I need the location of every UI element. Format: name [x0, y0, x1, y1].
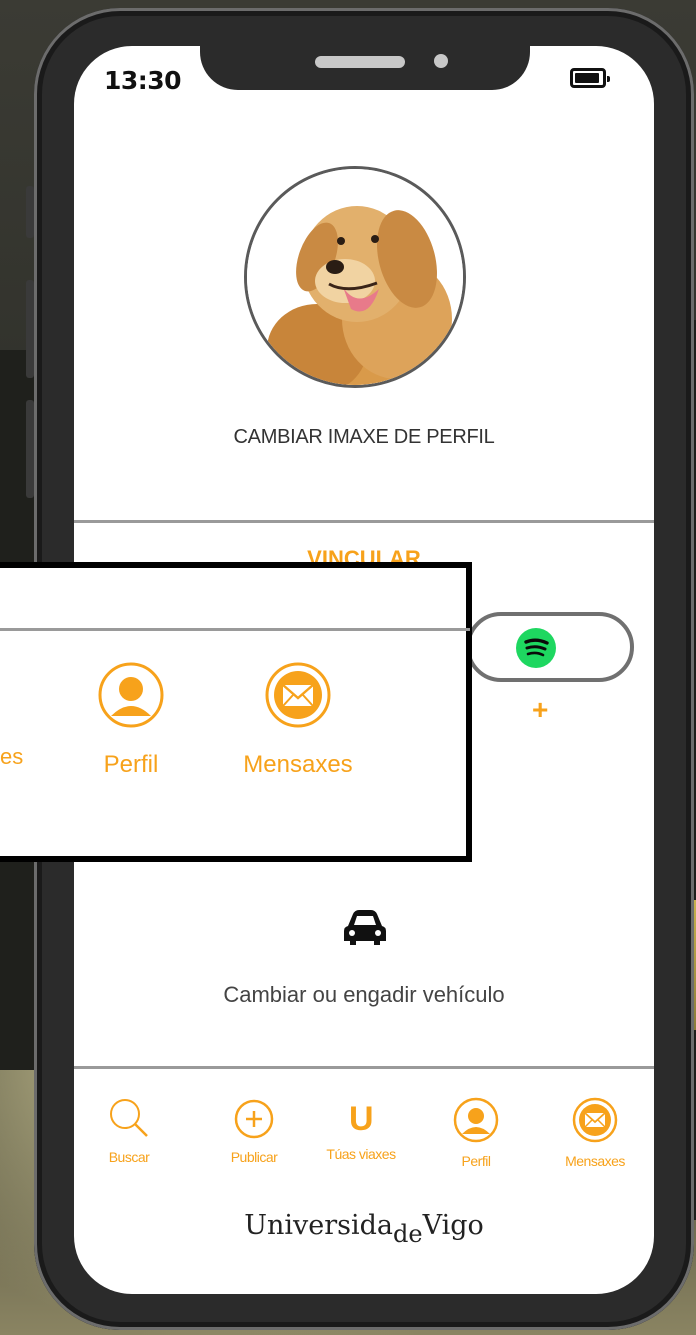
zoom-label: Mensaxes	[243, 751, 353, 778]
notch	[200, 46, 530, 90]
nav-item-mensaxes[interactable]: Mensaxes	[550, 1096, 640, 1169]
user-icon	[98, 662, 164, 728]
user-icon	[453, 1097, 499, 1143]
change-vehicle-label[interactable]: Cambiar ou engadir vehículo	[74, 982, 654, 1008]
university-name-end: Vigo	[422, 1210, 484, 1241]
dog-photo	[247, 169, 463, 385]
spotify-link-button[interactable]	[466, 612, 634, 682]
speaker	[315, 56, 405, 68]
profile-avatar[interactable]	[244, 166, 466, 388]
phone-side-button	[26, 280, 34, 378]
zoom-item-perfil[interactable]: Perfil	[76, 660, 186, 779]
mail-icon	[572, 1097, 618, 1143]
nav-item-buscar[interactable]: Buscar	[104, 1096, 154, 1165]
phone-side-button	[26, 186, 34, 238]
nav-item-perfil[interactable]: Perfil	[446, 1096, 506, 1169]
u-icon: U	[348, 1100, 374, 1138]
university-name-start: Universida	[244, 1210, 393, 1241]
university-logo: UniversidadeVigo	[74, 1210, 654, 1248]
nav-label: Buscar	[108, 1149, 150, 1165]
zoom-item-mensaxes[interactable]: Mensaxes	[228, 660, 368, 779]
zoom-overlay: es Perfil Mensaxes	[0, 562, 472, 862]
plus-circle-icon	[234, 1099, 274, 1139]
zoom-divider	[0, 628, 470, 631]
car-icon[interactable]	[340, 908, 390, 953]
nav-label: Perfil	[461, 1153, 491, 1169]
section-divider	[74, 520, 654, 523]
camera	[434, 54, 448, 68]
zoom-partial-label: es	[0, 744, 24, 769]
nav-label: Publicar	[230, 1149, 278, 1165]
change-photo-label[interactable]: CAMBIAR IMAXE DE PERFIL	[74, 426, 654, 449]
phone-side-button	[26, 400, 34, 498]
nav-label: Mensaxes	[565, 1153, 625, 1169]
status-time: 13:30	[104, 66, 182, 95]
bottom-nav: Buscar Publicar U Túas viaxes Perfil Men…	[74, 1066, 654, 1186]
spotify-icon	[516, 628, 556, 668]
university-name-sub: de	[393, 1220, 423, 1248]
nav-item-tuas-viaxes[interactable]: U Túas viaxes	[306, 1098, 416, 1162]
battery-icon	[570, 68, 610, 88]
nav-label: Túas viaxes	[326, 1146, 396, 1162]
mail-icon	[265, 662, 331, 728]
search-icon	[110, 1099, 148, 1137]
zoom-label: Perfil	[103, 751, 159, 778]
nav-item-publicar[interactable]: Publicar	[212, 1098, 296, 1165]
spotify-add-icon[interactable]: +	[532, 694, 548, 726]
